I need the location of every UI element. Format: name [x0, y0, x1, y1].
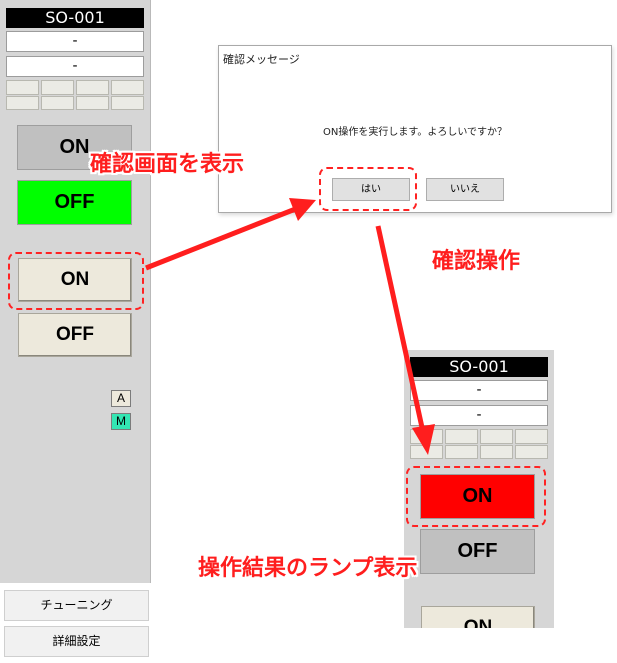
no-button[interactable]: いいえ	[426, 178, 504, 201]
result-lamp-annotation: 操作結果のランプ表示	[198, 556, 418, 581]
yes-button-highlight	[319, 167, 417, 211]
off-status-lamp: OFF	[17, 180, 132, 225]
result-value-field-1: -	[410, 380, 548, 401]
value-field-1: -	[6, 31, 144, 52]
result-off-status-lamp: OFF	[420, 529, 535, 574]
auto-mode-button[interactable]: A	[111, 390, 131, 407]
manual-mode-button[interactable]: M	[111, 413, 131, 430]
result-on-button[interactable]: ON	[421, 606, 535, 628]
value-field-2: -	[6, 56, 144, 77]
show-confirm-annotation: 確認画面を表示	[90, 152, 245, 177]
status-cells	[6, 80, 144, 110]
tag-name: SO-001	[6, 8, 144, 28]
details-button[interactable]: 詳細設定	[4, 626, 149, 657]
off-button[interactable]: OFF	[18, 313, 132, 357]
result-status-cells	[410, 429, 548, 459]
confirm-operation-annotation: 確認操作	[432, 249, 521, 274]
result-tag-name: SO-001	[410, 357, 548, 377]
on-button-highlight	[8, 252, 144, 310]
tuning-button[interactable]: チューニング	[4, 590, 149, 621]
result-lamp-highlight	[406, 466, 546, 527]
dialog-message: ON操作を実行します。よろしいですか？	[322, 127, 508, 138]
dialog-title: 確認メッセージ	[223, 53, 300, 66]
result-value-field-2: -	[410, 405, 548, 426]
